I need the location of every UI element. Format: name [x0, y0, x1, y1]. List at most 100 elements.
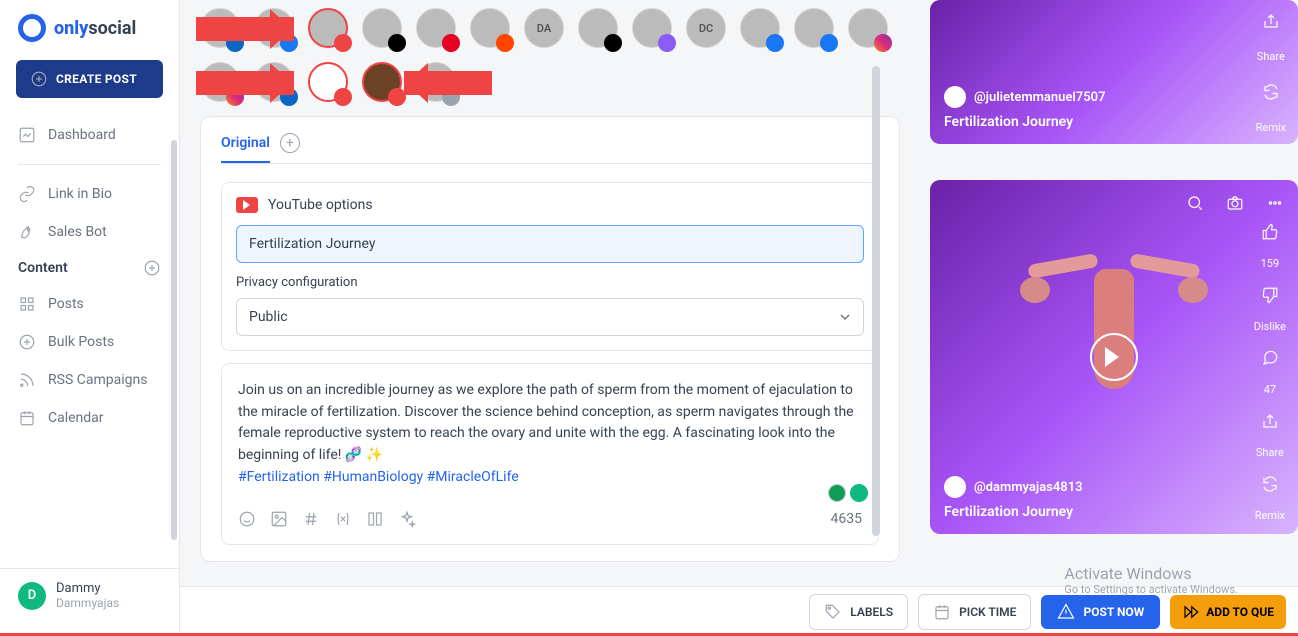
preview-card-1[interactable]: Share Remix @julietemmanuel7507 Fertiliz…	[930, 0, 1298, 144]
account-chip[interactable]	[632, 8, 672, 48]
grammarly-icon[interactable]	[850, 484, 868, 502]
brand-logo[interactable]: onlysocial	[0, 14, 179, 60]
preview-title: Fertilization Journey	[944, 504, 1284, 520]
sidebar-label: Bulk Posts	[48, 334, 114, 350]
camera-icon[interactable]	[1226, 194, 1244, 212]
account-chip[interactable]	[308, 62, 348, 102]
labels-button[interactable]: LABELS	[809, 594, 908, 630]
tiktok-icon	[388, 34, 406, 52]
post-now-button[interactable]: POST NOW	[1041, 595, 1160, 629]
emoji-icon[interactable]	[238, 510, 256, 528]
play-button[interactable]	[1090, 333, 1138, 381]
section-label: Content	[18, 260, 68, 276]
youtube-icon	[334, 34, 352, 52]
preview-panel: Share Remix @julietemmanuel7507 Fertiliz…	[930, 0, 1298, 636]
tab-add-button[interactable]: +	[280, 133, 300, 153]
image-icon[interactable]	[270, 510, 288, 528]
accounts-row-2	[200, 62, 900, 102]
brand-bold: only	[54, 18, 88, 39]
pick-time-button[interactable]: PICK TIME	[918, 594, 1031, 630]
plus-circle-icon	[18, 333, 36, 351]
brand-rest: social	[88, 18, 136, 39]
tabs: Original +	[221, 133, 879, 164]
user-block[interactable]: D Dammy Dammyajas	[0, 568, 179, 622]
hashtag-icon[interactable]	[302, 510, 320, 528]
preview-top-icons	[1186, 194, 1284, 212]
account-chip[interactable]	[578, 8, 618, 48]
rocket-icon	[18, 223, 36, 241]
extension-badges	[828, 484, 868, 502]
sidebar: onlysocial CREATE POST Dashboard Link in…	[0, 0, 180, 636]
extension-badge[interactable]	[828, 484, 846, 502]
account-chip[interactable]	[794, 8, 834, 48]
pinterest-icon	[442, 34, 460, 52]
scrollbar-thumb[interactable]	[171, 140, 177, 540]
facebook-icon	[820, 34, 838, 52]
preview-illustration	[1024, 229, 1204, 429]
share-icon[interactable]	[1261, 412, 1279, 430]
account-chip[interactable]: DA	[524, 8, 564, 48]
description-body: Join us on an incredible journey as we e…	[238, 382, 854, 463]
sidebar-item-dashboard[interactable]: Dashboard	[0, 116, 179, 154]
sidebar-item-bulkposts[interactable]: Bulk Posts	[0, 323, 179, 361]
preview-handle: @julietemmanuel7507	[974, 90, 1106, 105]
account-chip[interactable]	[362, 8, 402, 48]
sidebar-item-rss[interactable]: RSS Campaigns	[0, 361, 179, 399]
account-chip[interactable]	[470, 8, 510, 48]
tab-original[interactable]: Original	[221, 135, 270, 163]
sidebar-item-calendar[interactable]: Calendar	[0, 399, 179, 437]
sidebar-item-posts[interactable]: Posts	[0, 285, 179, 323]
button-label: POST NOW	[1083, 605, 1144, 619]
action-label: Share	[1257, 50, 1285, 63]
preview-title: Fertilization Journey	[944, 114, 1284, 130]
variable-icon[interactable]	[334, 510, 352, 528]
avatar: D	[18, 582, 46, 610]
dislike-icon[interactable]	[1261, 286, 1279, 304]
likes-count: 159	[1261, 257, 1280, 270]
button-label: ADD TO QUE	[1206, 605, 1274, 619]
sidebar-item-salesbot[interactable]: Sales Bot	[0, 213, 179, 251]
butterfly-icon	[658, 34, 676, 52]
share-icon[interactable]	[1262, 12, 1280, 30]
search-icon[interactable]	[1186, 194, 1204, 212]
instagram-icon	[874, 34, 892, 52]
annotation-arrow	[196, 71, 294, 95]
add-to-queue-button[interactable]: ADD TO QUE	[1170, 595, 1286, 629]
account-chip[interactable]	[848, 8, 888, 48]
link-icon	[18, 185, 36, 203]
facebook-icon	[766, 34, 784, 52]
sidebar-label: Dashboard	[48, 127, 116, 143]
create-post-button[interactable]: CREATE POST	[16, 60, 163, 98]
account-chip[interactable]	[740, 8, 780, 48]
user-handle: Dammyajas	[56, 596, 119, 610]
share-label: Share	[1256, 446, 1284, 459]
plus-circle-icon[interactable]	[143, 259, 161, 277]
sidebar-label: RSS Campaigns	[48, 372, 147, 388]
privacy-select[interactable]: Public	[236, 298, 864, 336]
grid-icon	[18, 295, 36, 313]
sidebar-label: Calendar	[48, 410, 104, 426]
preview-card-2[interactable]: 159 Dislike 47 Share Remix @dammyajas481…	[930, 180, 1298, 534]
account-chip[interactable]	[308, 8, 348, 48]
compose-card: Original + YouTube options Privacy confi…	[200, 116, 900, 562]
account-chip[interactable]: DC	[686, 8, 726, 48]
youtube-icon	[236, 197, 258, 213]
more-icon[interactable]	[1266, 194, 1284, 212]
bottom-bar: LABELS PICK TIME POST NOW ADD TO QUE	[180, 586, 1298, 636]
youtube-icon	[334, 88, 352, 106]
scrollbar-thumb[interactable]	[872, 66, 880, 536]
like-icon[interactable]	[1261, 223, 1279, 241]
description-box: Join us on an incredible journey as we e…	[221, 363, 879, 545]
annotation-arrow	[196, 17, 294, 41]
comment-icon[interactable]	[1261, 349, 1279, 367]
youtube-title-input[interactable]	[236, 225, 864, 263]
annotation-arrow	[404, 71, 492, 95]
fast-forward-icon	[1182, 603, 1200, 621]
sparkle-icon[interactable]	[398, 510, 416, 528]
template-icon[interactable]	[366, 510, 384, 528]
account-chip[interactable]	[416, 8, 456, 48]
privacy-label: Privacy configuration	[236, 275, 864, 290]
plus-circle-icon	[30, 70, 48, 88]
sidebar-item-linkinbio[interactable]: Link in Bio	[0, 175, 179, 213]
description-text[interactable]: Join us on an incredible journey as we e…	[238, 380, 862, 488]
